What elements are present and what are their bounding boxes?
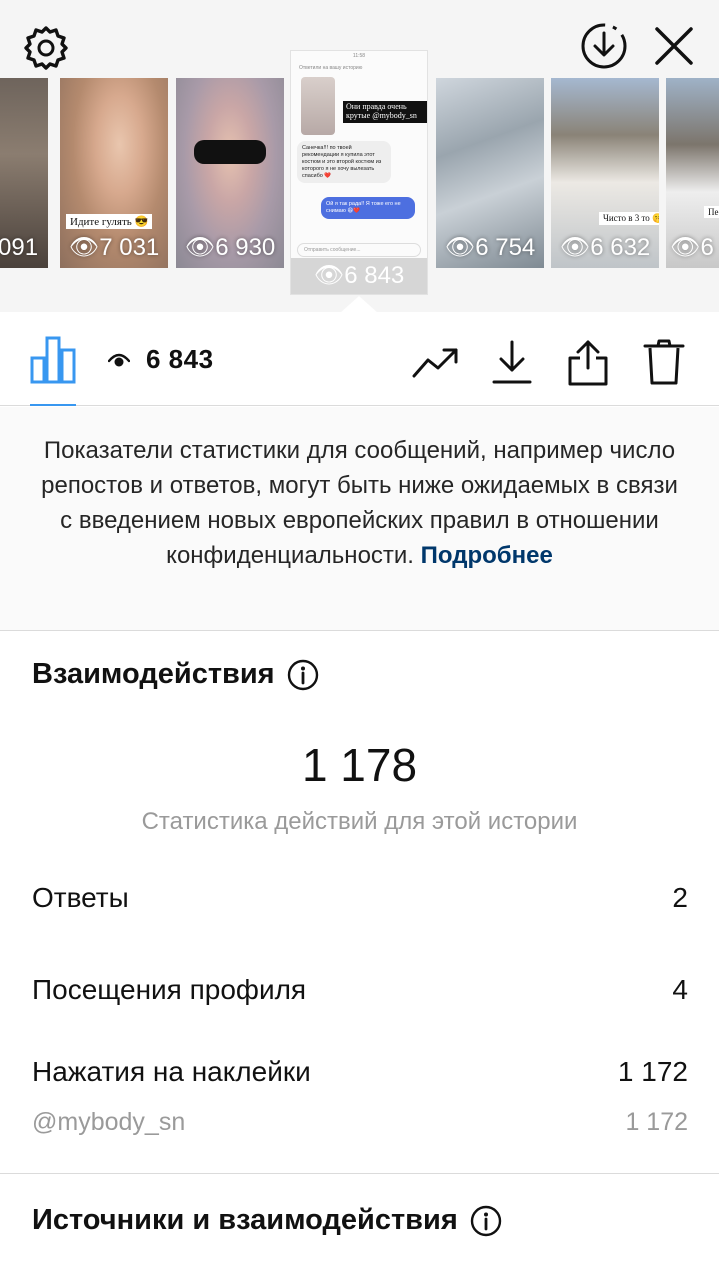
message-input: Отправить сообщение... — [297, 243, 421, 257]
story-sticker: Идите гулять 😎 — [66, 214, 153, 229]
trending-up-icon — [412, 348, 458, 378]
view-count-value: 6 632 — [590, 234, 651, 261]
info-icon[interactable] — [470, 1205, 502, 1237]
story-toolbar: 6 843 — [0, 312, 719, 406]
stat-label: Посещения профиля — [32, 974, 307, 1005]
story-sticker: Чисто в 3 то 🤫 — [599, 212, 659, 225]
delete-button[interactable] — [640, 338, 688, 386]
story-strip: 091 Идите гулять 😎 👁7 031 👁6 930 11:58 О… — [0, 0, 719, 312]
stat-row-sticker-taps: Нажатия на наклейки 1 172 — [32, 1056, 688, 1088]
stat-value: 2 — [672, 882, 688, 913]
stat-label: Нажатия на наклейки — [32, 1056, 311, 1087]
info-icon[interactable] — [287, 659, 319, 691]
stat-label: @mybody_sn — [32, 1108, 186, 1136]
sunglasses — [194, 140, 266, 164]
gear-icon — [24, 26, 68, 70]
save-story-button[interactable] — [578, 20, 630, 72]
story-thumbnail[interactable]: 👁6 930 — [176, 78, 284, 268]
story-thumbnail[interactable]: Чисто в 3 то 🤫 👁6 632 — [551, 78, 659, 268]
message-outgoing: Ой я так рада!! Я тоже его не снимаю 😄❤️ — [321, 197, 415, 219]
share-icon — [568, 340, 608, 386]
stats-tab[interactable] — [30, 334, 76, 384]
share-button[interactable] — [564, 338, 612, 386]
sources-title: Источники и взаимодействия — [32, 1204, 458, 1236]
interactions-caption: Статистика действий для этой истории — [141, 808, 578, 835]
notice-text: Показатели статистики для сообщений, нап… — [40, 433, 679, 573]
eye-icon — [108, 353, 130, 366]
view-count: 👁6 843 — [291, 258, 427, 294]
stat-value: 4 — [672, 974, 688, 1005]
stat-row-replies: Ответы 2 — [32, 882, 688, 914]
stat-value: 1 172 — [617, 1056, 688, 1087]
sources-heading: Источники и взаимодействия — [32, 1204, 502, 1237]
download-icon — [492, 340, 532, 384]
view-count-value: 6 — [700, 234, 714, 261]
stat-label: Ответы — [32, 882, 129, 913]
top-bar — [0, 0, 719, 90]
view-count: 091 — [0, 234, 39, 261]
views-counter: 6 843 — [108, 344, 214, 375]
view-count-value: 6 843 — [344, 262, 405, 289]
view-count: 👁6 — [670, 234, 714, 261]
view-count-value: 6 930 — [215, 234, 276, 261]
settings-button[interactable] — [20, 22, 72, 74]
story-thumbnail[interactable]: 091 — [0, 78, 48, 268]
download-button[interactable] — [488, 338, 536, 386]
trash-icon — [643, 339, 685, 385]
story-thumbnail[interactable]: 👁6 754 — [436, 78, 544, 268]
stat-row-profile-visits: Посещения профиля 4 — [32, 974, 688, 1006]
bar-chart-icon — [30, 336, 76, 384]
active-tab-indicator — [30, 404, 76, 406]
notice-body: Показатели статистики для сообщений, нап… — [41, 437, 678, 569]
view-count: 👁6 754 — [444, 234, 536, 261]
view-count: 👁6 930 — [184, 234, 276, 261]
view-count: 👁7 031 — [68, 234, 160, 261]
interactions-heading: Взаимодействия — [32, 658, 319, 691]
story-thumbnail[interactable]: Идите гулять 😎 👁7 031 — [60, 78, 168, 268]
interactions-title: Взаимодействия — [32, 658, 275, 690]
close-icon — [655, 27, 693, 65]
privacy-notice: Показатели статистики для сообщений, нап… — [0, 407, 719, 631]
story-sticker: Они правда очень крутые @mybody_sn — [343, 101, 427, 123]
promote-button[interactable] — [412, 338, 460, 386]
close-button[interactable] — [650, 22, 698, 70]
stat-row-sticker-mention: @mybody_sn 1 172 — [32, 1108, 688, 1137]
section-divider — [0, 1173, 719, 1174]
learn-more-link[interactable]: Подробнее — [421, 542, 553, 569]
views-count: 6 843 — [146, 344, 214, 374]
interactions-total: 1 178 — [301, 739, 418, 791]
message-incoming: Санечка!!! по твоей рекомендации я купил… — [297, 141, 391, 184]
view-count: 👁6 632 — [559, 234, 651, 261]
view-count-value: 7 031 — [99, 234, 160, 261]
story-sticker: Пе — [704, 206, 719, 218]
view-count-value: 6 754 — [475, 234, 536, 261]
story-thumbnail[interactable]: Пе 👁6 — [666, 78, 719, 268]
download-circle-icon — [581, 23, 627, 69]
stat-value: 1 172 — [625, 1108, 688, 1136]
selected-pointer — [340, 296, 378, 313]
